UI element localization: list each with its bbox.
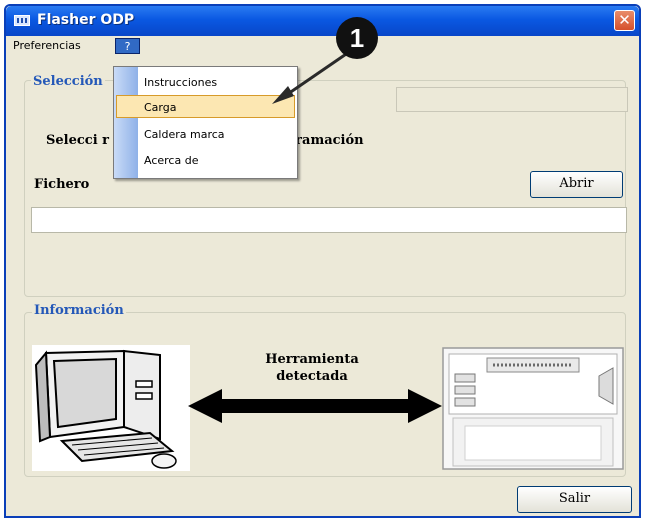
seleccion-group-label: Selección bbox=[31, 74, 105, 89]
window-title: Flasher ODP bbox=[37, 12, 135, 28]
menu-help[interactable]: ? bbox=[115, 38, 140, 54]
tool-status-line-1: Herramienta bbox=[265, 352, 359, 367]
status-box bbox=[396, 87, 628, 112]
salir-button[interactable]: Salir bbox=[517, 486, 632, 513]
informacion-group-label: Información bbox=[32, 303, 126, 318]
computer-image bbox=[32, 345, 190, 471]
callout-number: 1 bbox=[349, 23, 365, 53]
menu-item-caldera-marca[interactable]: Caldera marca bbox=[144, 124, 225, 146]
tool-status: Herramienta detectada bbox=[242, 351, 382, 385]
menu-item-carga[interactable]: Carga bbox=[144, 97, 176, 119]
fichero-label: Fichero bbox=[34, 177, 90, 192]
tool-status-line-2: detectada bbox=[276, 369, 348, 384]
menu-item-acerca-de[interactable]: Acerca de bbox=[144, 150, 198, 172]
menu-icon-strip bbox=[114, 67, 138, 178]
app-icon bbox=[14, 15, 30, 26]
menu-preferencias[interactable]: Preferencias bbox=[8, 38, 86, 54]
close-icon[interactable]: ✕ bbox=[614, 10, 635, 31]
programming-device-image bbox=[442, 347, 624, 470]
menu-item-instrucciones[interactable]: Instrucciones bbox=[144, 72, 217, 94]
double-arrow bbox=[188, 389, 442, 423]
file-path-field[interactable] bbox=[31, 207, 627, 233]
abrir-button[interactable]: Abrir bbox=[530, 171, 623, 198]
